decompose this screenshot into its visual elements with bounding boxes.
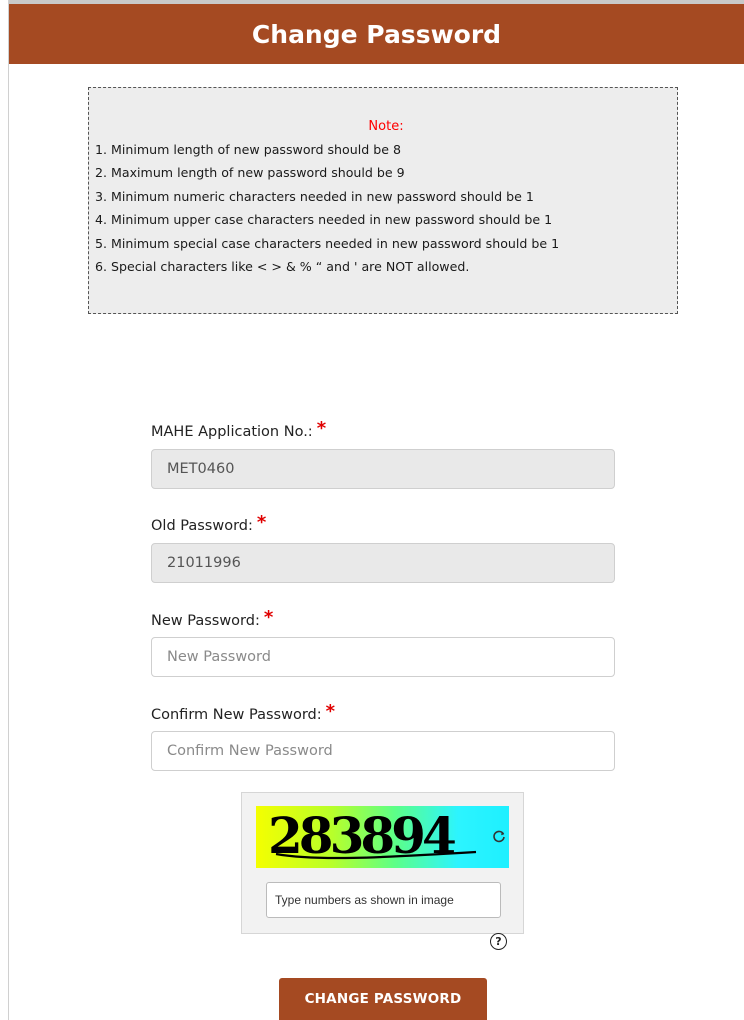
note-title: Note: [368,119,404,134]
required-marker: * [325,701,336,722]
old-password-field[interactable] [151,543,615,583]
old-password-label: Old Password: * [151,512,267,535]
page-left-border [8,0,9,1020]
old-password-label-text: Old Password: [151,518,253,534]
application-no-field[interactable] [151,449,615,489]
page-header: Change Password [9,0,744,64]
captcha-input[interactable] [266,882,501,918]
confirm-password-label: Confirm New Password: * [151,701,336,724]
note-line: 4. Minimum upper case characters needed … [95,212,553,228]
refresh-icon[interactable] [492,830,506,844]
help-icon-glyph: ? [495,935,502,948]
application-no-label: MAHE Application No.: * [151,418,327,441]
note-line: 2. Maximum length of new password should… [95,165,405,181]
help-icon[interactable]: ? [490,933,507,950]
captcha-noise-line [275,850,477,860]
change-password-button[interactable]: CHANGE PASSWORD [279,978,487,1020]
required-marker: * [256,512,267,533]
new-password-label-text: New Password: [151,613,260,629]
page-title: Change Password [251,19,502,49]
note-line: 6. Special characters like < > & % “ and… [95,259,470,275]
application-no-label-text: MAHE Application No.: [151,424,313,440]
password-rules-note: Note: 1. Minimum length of new password … [88,87,678,314]
confirm-password-field[interactable] [151,731,615,771]
new-password-label: New Password: * [151,607,274,630]
captcha-panel: 283894 [241,792,524,934]
note-line: 3. Minimum numeric characters needed in … [95,188,534,204]
captcha-image: 283894 [256,806,509,868]
new-password-field[interactable] [151,637,615,677]
required-marker: * [263,607,274,628]
required-marker: * [316,418,327,439]
note-line: 5. Minimum special case characters neede… [95,235,560,251]
note-line: 1. Minimum length of new password should… [95,142,401,157]
confirm-password-label-text: Confirm New Password: [151,707,322,723]
